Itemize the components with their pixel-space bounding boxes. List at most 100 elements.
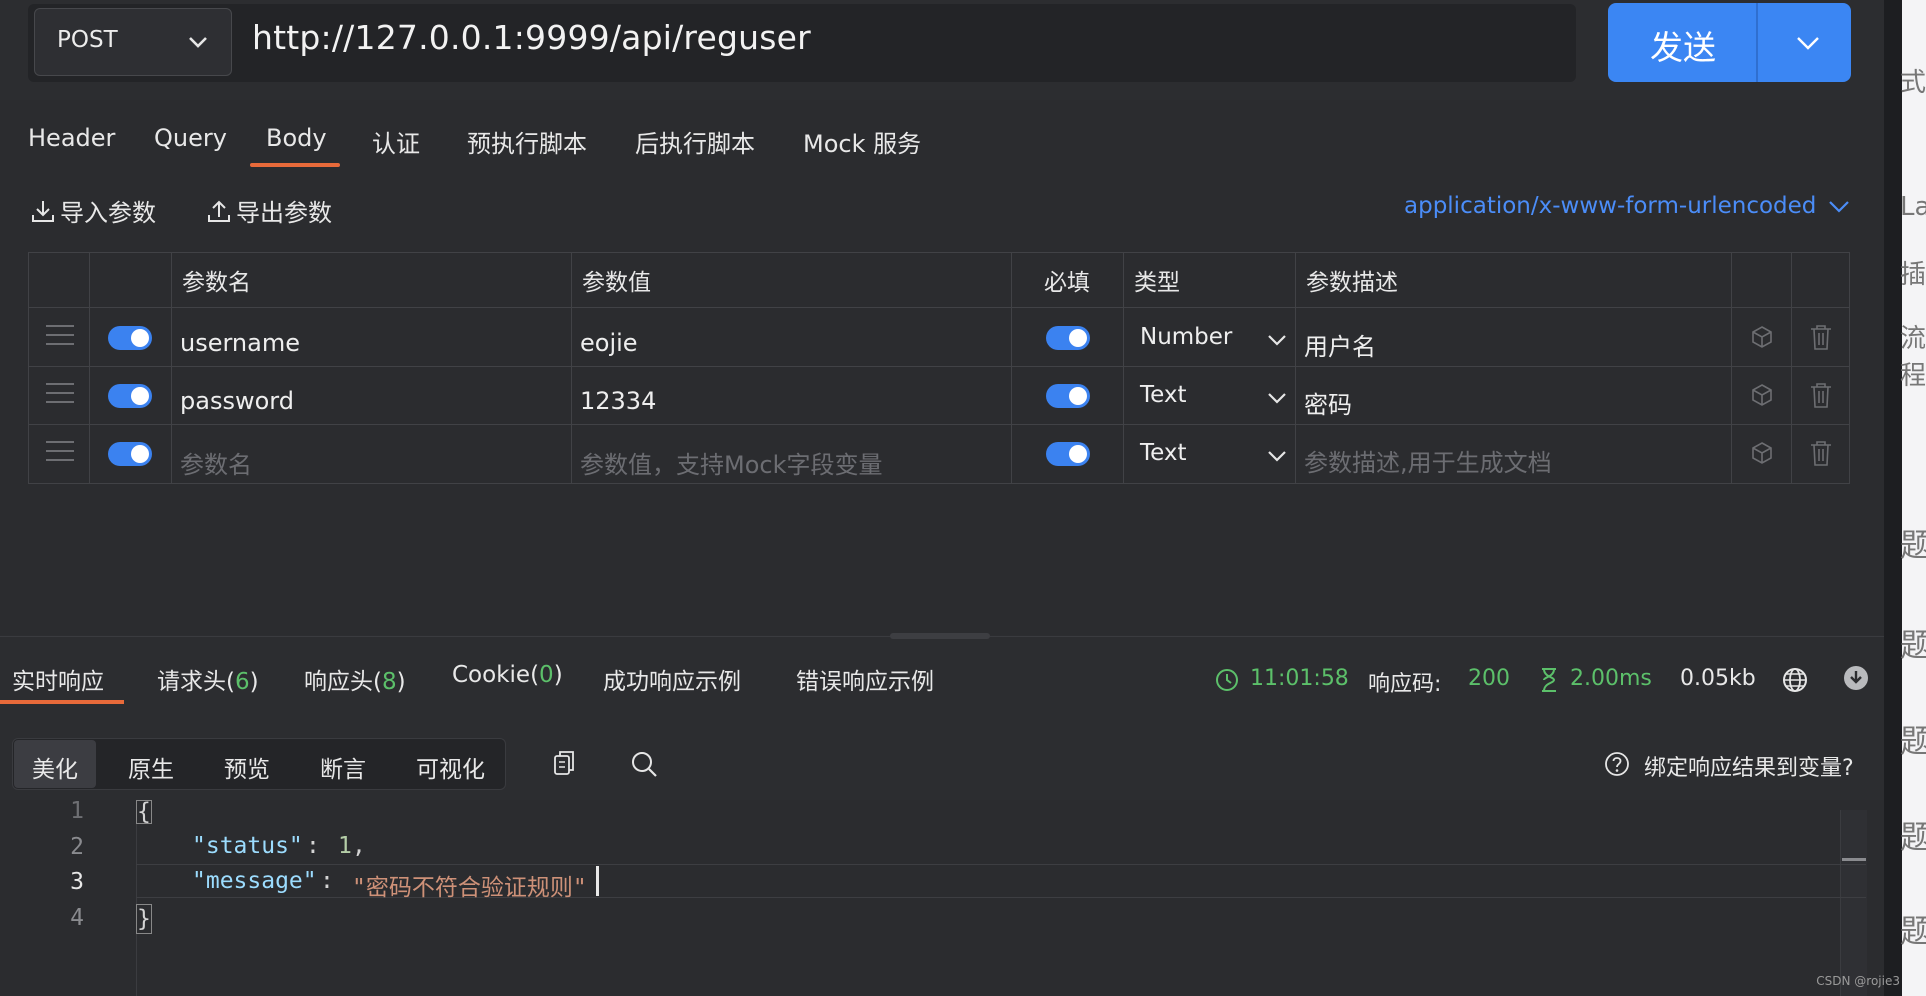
- bind-response-link[interactable]: 绑定响应结果到变量?: [1644, 750, 1854, 782]
- tab-request-headers[interactable]: 请求头(6): [157, 662, 259, 696]
- tab-label: Cookie(: [452, 662, 540, 688]
- search-icon[interactable]: [630, 750, 658, 778]
- param-name-cell[interactable]: username: [180, 329, 300, 357]
- trash-icon[interactable]: [1809, 323, 1833, 351]
- chevron-down-icon: [1268, 393, 1286, 404]
- tab-body[interactable]: Body: [266, 124, 327, 152]
- send-button[interactable]: 发送: [1608, 3, 1851, 82]
- response-duration: 2.00ms: [1570, 666, 1652, 691]
- trash-icon[interactable]: [1809, 439, 1833, 467]
- type-select-value: Number: [1140, 324, 1233, 350]
- tab-post-script[interactable]: 后执行脚本: [635, 124, 755, 159]
- tab-success-example[interactable]: 成功响应示例: [603, 662, 741, 696]
- export-params-label: 导出参数: [236, 199, 332, 227]
- param-value-input[interactable]: 参数值，支持Mock字段变量: [580, 445, 882, 480]
- required-toggle[interactable]: [1046, 442, 1090, 466]
- param-description-cell[interactable]: 密码: [1304, 385, 1352, 420]
- required-toggle[interactable]: [1046, 384, 1090, 408]
- send-options-chevron-icon[interactable]: [1794, 31, 1822, 55]
- view-raw[interactable]: 原生: [128, 750, 174, 784]
- tab-cookie[interactable]: Cookie(0): [452, 662, 563, 688]
- resize-handle[interactable]: [890, 633, 990, 639]
- chevron-down-icon: [1268, 451, 1286, 462]
- column-header-type: 类型: [1134, 270, 1180, 296]
- import-params-label: 导入参数: [60, 199, 156, 227]
- response-time: 11:01:58: [1250, 666, 1349, 691]
- method-label: POST: [57, 27, 118, 53]
- param-name-cell[interactable]: password: [180, 387, 294, 415]
- params-table: [28, 252, 1850, 484]
- tab-label: 响应头(: [304, 669, 382, 695]
- code-close-brace: }: [136, 904, 152, 934]
- tab-error-example[interactable]: 错误响应示例: [796, 662, 934, 696]
- method-select[interactable]: POST: [34, 8, 232, 76]
- response-size: 0.05kb: [1680, 666, 1756, 691]
- column-header-value: 参数值: [582, 270, 651, 296]
- view-visualize[interactable]: 可视化: [416, 750, 485, 784]
- tab-auth[interactable]: 认证: [372, 124, 420, 159]
- drag-handle-icon[interactable]: [46, 325, 74, 347]
- response-code-viewer[interactable]: [0, 800, 1884, 996]
- trash-icon[interactable]: [1809, 381, 1833, 409]
- tab-query[interactable]: Query: [154, 124, 227, 152]
- type-select[interactable]: Number: [1140, 324, 1288, 350]
- view-beautify[interactable]: 美化: [32, 750, 78, 784]
- edge-text: La: [1900, 192, 1926, 222]
- tab-label: 请求头(: [157, 669, 235, 695]
- type-select-value: Text: [1140, 382, 1187, 408]
- type-select[interactable]: Text: [1140, 440, 1288, 466]
- tab-realtime-response[interactable]: 实时响应: [12, 662, 104, 696]
- row-enabled-toggle[interactable]: [108, 384, 152, 408]
- cube-icon[interactable]: [1749, 324, 1775, 350]
- table-divider: [1791, 252, 1792, 484]
- table-divider: [1295, 252, 1296, 484]
- edge-text: 题: [1900, 722, 1926, 760]
- param-value-cell[interactable]: 12334: [580, 387, 656, 415]
- table-divider: [1731, 252, 1732, 484]
- status-code: 200: [1468, 666, 1510, 691]
- export-params-button[interactable]: 导出参数: [206, 193, 332, 228]
- line-number: 3: [70, 869, 84, 895]
- content-type-select[interactable]: application/x-www-form-urlencoded: [1404, 193, 1852, 219]
- drag-handle-icon[interactable]: [46, 441, 74, 463]
- view-assertion[interactable]: 断言: [320, 750, 366, 784]
- watermark: CSDN @rojie3: [1816, 974, 1900, 988]
- param-name-input[interactable]: 参数名: [180, 445, 252, 480]
- param-description-cell[interactable]: 用户名: [1304, 327, 1376, 362]
- type-select[interactable]: Text: [1140, 382, 1288, 408]
- tab-response-headers[interactable]: 响应头(8): [304, 662, 406, 696]
- download-icon[interactable]: [1843, 665, 1869, 691]
- drag-handle-icon[interactable]: [46, 383, 74, 405]
- tab-header[interactable]: Header: [28, 124, 115, 152]
- required-toggle[interactable]: [1046, 326, 1090, 350]
- table-divider: [89, 252, 90, 484]
- table-divider: [1123, 252, 1124, 484]
- cube-icon[interactable]: [1749, 440, 1775, 466]
- help-icon[interactable]: [1604, 751, 1630, 777]
- edge-text: 题: [1900, 818, 1926, 856]
- cube-icon[interactable]: [1749, 382, 1775, 408]
- copy-icon[interactable]: [551, 749, 577, 777]
- import-params-button[interactable]: 导入参数: [30, 193, 156, 228]
- param-value-cell[interactable]: eojie: [580, 329, 638, 357]
- code-open-brace: {: [136, 800, 152, 824]
- active-tab-indicator: [0, 700, 124, 704]
- active-tab-indicator: [250, 163, 340, 167]
- tab-mock-service[interactable]: Mock 服务: [803, 124, 921, 159]
- column-header-description: 参数描述: [1306, 270, 1398, 296]
- tab-pre-script[interactable]: 预执行脚本: [467, 124, 587, 159]
- json-colon: :: [320, 868, 334, 894]
- edge-text: 题: [1900, 912, 1926, 950]
- url-input[interactable]: http://127.0.0.1:9999/api/reguser: [252, 18, 811, 57]
- line-number: 4: [70, 905, 84, 931]
- json-colon: :: [306, 833, 320, 859]
- param-description-input[interactable]: 参数描述,用于生成文档: [1304, 443, 1552, 478]
- code-minimap[interactable]: [1840, 810, 1867, 996]
- text-cursor: [596, 866, 599, 896]
- line-number: 2: [70, 834, 84, 860]
- row-enabled-toggle[interactable]: [108, 442, 152, 466]
- globe-icon[interactable]: [1782, 667, 1808, 693]
- view-preview[interactable]: 预览: [224, 750, 270, 784]
- count-badge: 0: [539, 662, 554, 688]
- row-enabled-toggle[interactable]: [108, 326, 152, 350]
